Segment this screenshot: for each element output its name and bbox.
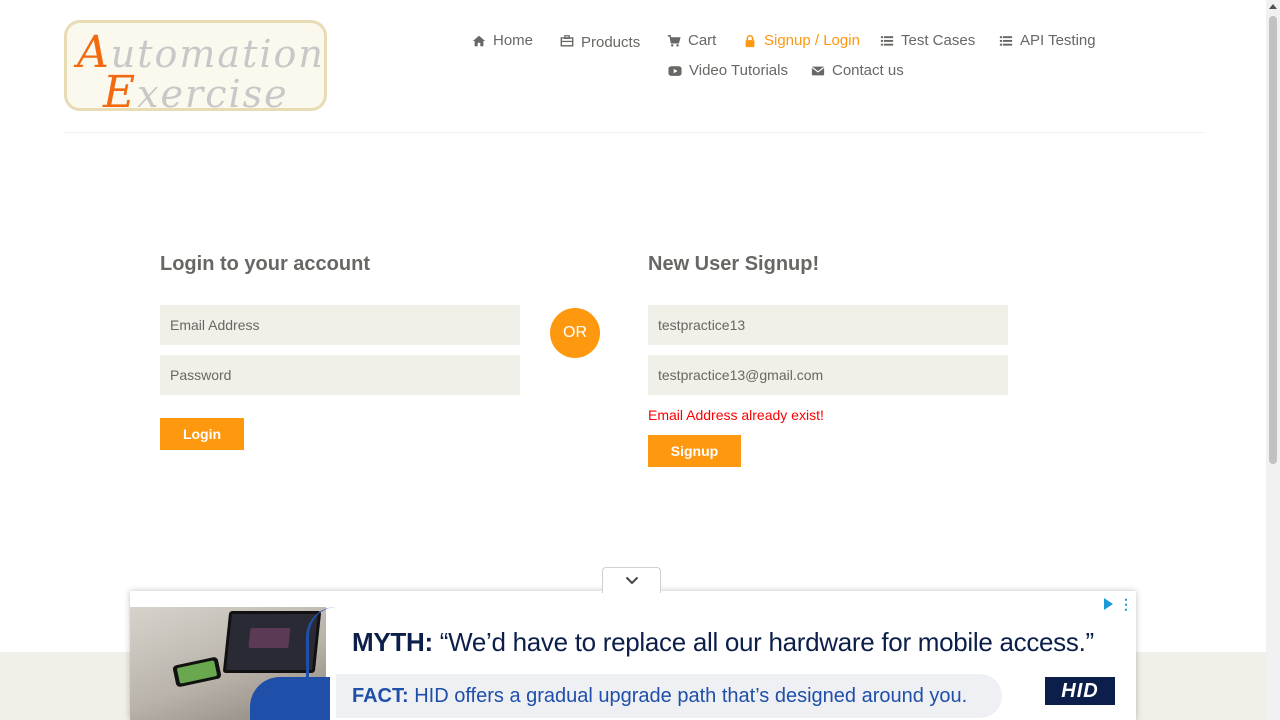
home-icon xyxy=(472,34,486,48)
signup-title: New User Signup! xyxy=(648,253,820,275)
nav-item-label: Home xyxy=(493,32,534,49)
lock-icon xyxy=(743,34,757,48)
signup-error-message: Email Address already exist! xyxy=(648,407,824,423)
ad-myth-text: MYTH: “We’d have to replace all our hard… xyxy=(352,627,1094,657)
nav-item-products[interactable]: Products xyxy=(560,32,641,51)
ad-fact-text: FACT: HID offers a gradual upgrade path … xyxy=(352,685,968,707)
envelope-icon xyxy=(811,64,825,78)
login-title: Login to your account xyxy=(160,253,370,275)
site-logo[interactable]: Automation Exercise xyxy=(64,20,327,111)
phone-illustration xyxy=(172,656,222,688)
nav-item-test-cases[interactable]: Test Cases xyxy=(880,32,975,49)
nav-item-video-tutorials[interactable]: Video Tutorials xyxy=(668,62,788,79)
chevron-down-icon xyxy=(625,576,638,585)
header-divider xyxy=(64,132,1204,133)
cart-icon xyxy=(667,34,681,48)
nav-item-signup-login[interactable]: Signup / Login xyxy=(743,32,860,49)
youtube-icon xyxy=(668,64,682,78)
list-icon xyxy=(999,34,1013,48)
logo-line-2: Exercise xyxy=(103,67,289,111)
ad-collapse-button[interactable] xyxy=(602,567,661,593)
nav-item-cart[interactable]: Cart xyxy=(667,32,716,49)
scroll-up-arrow-icon[interactable] xyxy=(1269,4,1277,9)
nav-item-home[interactable]: Home xyxy=(472,32,533,49)
login-button[interactable]: Login xyxy=(160,418,244,450)
nav-item-api-testing[interactable]: API Testing xyxy=(999,32,1096,49)
nav-item-label: Signup / Login xyxy=(764,32,860,49)
ad-banner[interactable]: MYTH: “We’d have to replace all our hard… xyxy=(130,591,1136,720)
ad-choices[interactable]: ⋮ xyxy=(1104,597,1133,611)
ad-decorative-curve xyxy=(306,607,336,720)
adchoices-play-icon[interactable] xyxy=(1104,598,1113,610)
more-options-icon[interactable]: ⋮ xyxy=(1119,597,1133,611)
signup-name-input[interactable] xyxy=(648,305,1008,345)
or-divider: OR xyxy=(550,308,600,358)
products-icon xyxy=(560,34,574,48)
ad-brand-logo[interactable]: HID xyxy=(1045,677,1115,705)
signup-button[interactable]: Signup xyxy=(648,435,741,467)
nav-item-label: Test Cases xyxy=(901,32,976,49)
nav-item-label: Video Tutorials xyxy=(689,62,788,79)
nav-item-contact-us[interactable]: Contact us xyxy=(811,62,904,79)
login-email-input[interactable] xyxy=(160,305,520,345)
nav-item-label: Products xyxy=(581,34,641,51)
nav-item-label: API Testing xyxy=(1020,32,1096,49)
login-password-input[interactable] xyxy=(160,355,520,395)
nav-item-label: Cart xyxy=(688,32,717,49)
scrollbar-thumb[interactable] xyxy=(1269,16,1277,464)
page-scrollbar[interactable] xyxy=(1266,0,1280,720)
nav-item-label: Contact us xyxy=(832,62,904,79)
signup-email-input[interactable] xyxy=(648,355,1008,395)
list-icon xyxy=(880,34,894,48)
ad-image xyxy=(130,607,330,720)
